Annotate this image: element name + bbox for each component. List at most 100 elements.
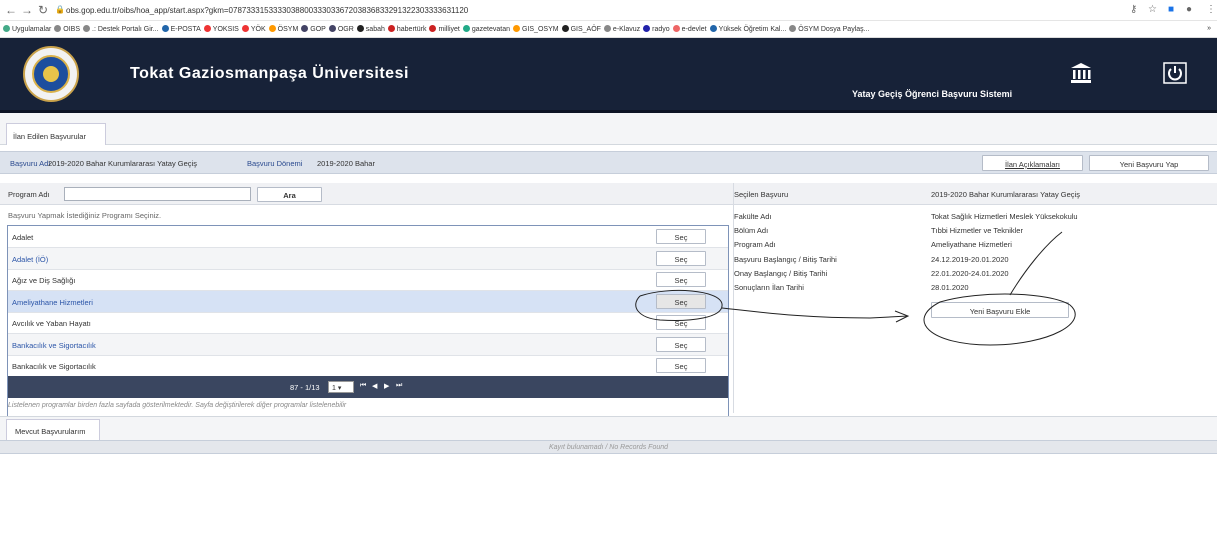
bookmark-item[interactable]: Uygulamalar	[3, 25, 51, 33]
program-name: Ameliyathane Hizmetleri	[12, 297, 93, 307]
first-page-icon[interactable]: ⏮	[360, 382, 366, 390]
back-icon[interactable]: ←	[4, 3, 18, 17]
key-icon[interactable]: ⚷	[1130, 4, 1137, 15]
program-row[interactable]: Adalet Seç	[8, 226, 728, 248]
no-records-message: Kayıt bulunamadı / No Records Found	[0, 440, 1217, 454]
bookmark-label: sabah	[365, 26, 385, 33]
bookmark-item[interactable]: milliyet	[429, 25, 460, 33]
donem-label: Başvuru Dönemi	[247, 159, 303, 168]
new-application-button[interactable]: Yeni Başvuru Yap	[1089, 155, 1209, 171]
detail-label: Program Adı	[734, 240, 776, 250]
bookmark-icon	[561, 25, 569, 32]
detail-label: Sonuçların İlan Tarihi	[734, 283, 804, 292]
institution-icon[interactable]	[1070, 62, 1092, 84]
tab-mevcut-basvurular[interactable]: Mevcut Başvurularım	[6, 419, 100, 441]
bookmark-item[interactable]: OIBS	[54, 25, 80, 33]
next-page-icon[interactable]: ▶	[384, 382, 389, 390]
program-row[interactable]: Bankacılık ve Sigortacılık Seç	[8, 355, 728, 377]
bookmark-item[interactable]: sabah	[356, 25, 385, 33]
bookmark-item[interactable]: ÖSYM Dosya Paylaş...	[789, 25, 869, 33]
bookmark-icon	[709, 25, 717, 32]
tab-ilan-edilen[interactable]: İlan Edilen Başvurular	[6, 123, 106, 145]
search-button[interactable]: Ara	[257, 187, 322, 202]
detail-value: Tıbbi Hizmetler ve Teknikler	[931, 226, 1023, 236]
select-program-button[interactable]: Seç	[656, 229, 706, 244]
page-select[interactable]: 1 ▾	[328, 381, 354, 393]
extension-icon[interactable]: ■	[1168, 4, 1174, 15]
program-row[interactable]: Ameliyathane Hizmetleri Seç	[8, 290, 728, 313]
bookmark-icon	[54, 25, 62, 32]
bookmark-label: milliyet	[438, 26, 460, 33]
detail-value: 22.01.2020-24.01.2020	[931, 268, 1009, 278]
detail-value: 24.12.2019-20.01.2020	[931, 254, 1009, 264]
bookmark-label: E-POSTA	[170, 26, 201, 33]
bookmark-label: gazetevatan	[471, 26, 510, 33]
bookmark-label: Uygulamalar	[12, 26, 52, 33]
address-bar[interactable]: obs.gop.edu.tr/oibs/hoa_app/start.aspx?g…	[66, 6, 468, 15]
reload-icon[interactable]: ↻	[36, 3, 50, 17]
bookmark-item[interactable]: e-Klavuz	[603, 25, 640, 33]
select-program-button[interactable]: Seç	[656, 293, 706, 309]
browser-toolbar: ← → ↻ 🔒 obs.gop.edu.tr/oibs/hoa_app/star…	[0, 0, 1217, 21]
bookmark-icon	[301, 25, 309, 32]
program-row[interactable]: Bankacılık ve Sigortacılık Seç	[8, 333, 728, 356]
program-row[interactable]: Ağız ve Diş Sağlığı Seç	[8, 269, 728, 291]
bookmarks-more-icon[interactable]: »	[1207, 25, 1211, 32]
profile-icon[interactable]: ●	[1186, 4, 1192, 15]
program-table: Bankacılık ve Sigortacılık Seç Bankacılık …	[7, 225, 729, 417]
bookmark-label: radyo	[652, 26, 670, 33]
bookmark-label: Yüksek Öğretim Kal...	[718, 26, 787, 33]
forward-icon[interactable]: →	[20, 3, 34, 17]
logout-icon[interactable]	[1163, 62, 1187, 84]
bookmark-label: ÖSYM	[277, 26, 299, 33]
bookmark-icon	[603, 25, 611, 32]
detail-label: Bölüm Adı	[734, 226, 769, 236]
bookmark-item[interactable]: gazetevatan	[462, 25, 510, 33]
ilan-aciklamalari-button[interactable]: İlan Açıklamaları	[982, 155, 1083, 171]
bookmark-item[interactable]: .: Destek Portalı Gir...	[83, 25, 159, 33]
application-filter-bar: Başvuru Adı 2019-2020 Bahar Kurumlararas…	[0, 151, 1217, 174]
bookmark-item[interactable]: YÖK	[241, 25, 266, 33]
bookmark-label: .: Destek Portalı Gir...	[92, 26, 159, 33]
bookmark-item[interactable]: GIS_AÖF	[561, 25, 601, 33]
last-page-icon[interactable]: ⏭	[396, 382, 402, 390]
bookmark-item[interactable]: E-POSTA	[161, 25, 201, 33]
prev-page-icon[interactable]: ◀	[372, 382, 377, 390]
pagination-note: Listelenen programlar birden fazla sayfa…	[8, 402, 347, 409]
program-search-label: Program Adı	[8, 190, 50, 199]
bookmark-item[interactable]: habertürk	[387, 25, 426, 33]
bookmark-label: GOP	[310, 26, 326, 33]
program-name: Bankacılık ve Sigortacılık	[12, 340, 96, 350]
bookmark-item[interactable]: GIS_OSYM	[513, 25, 559, 33]
bookmark-icon	[83, 25, 91, 32]
bookmark-item[interactable]: ÖSYM	[268, 25, 299, 33]
bookmark-icon	[513, 25, 520, 32]
detail-value: Tokat Sağlık Hizmetleri Meslek Yüksekoku…	[931, 212, 1078, 221]
select-program-button[interactable]: Seç	[656, 315, 706, 330]
bookmark-item[interactable]: OGR	[328, 25, 354, 33]
select-program-button[interactable]: Seç	[656, 250, 706, 266]
bookmark-item[interactable]: YOKSIS	[203, 25, 239, 33]
program-name: Adalet	[12, 233, 34, 242]
bookmark-icon	[672, 25, 680, 32]
select-program-button[interactable]: Seç	[656, 272, 706, 287]
bookmark-label: YÖK	[250, 26, 266, 33]
select-program-button[interactable]: Seç	[656, 336, 706, 352]
bookmark-item[interactable]: e-devlet	[672, 25, 707, 33]
program-row[interactable]: Adalet (İÖ) Seç	[8, 247, 728, 270]
pagination-range: 87 - 1/13	[290, 383, 320, 392]
selected-header-label: Seçilen Başvuru	[734, 190, 789, 199]
university-logo	[23, 46, 79, 102]
bookmark-item[interactable]: radyo	[643, 25, 670, 33]
add-application-button[interactable]: Yeni Başvuru Ekle	[931, 302, 1069, 318]
selected-application-panel: Seçilen Başvuru 2019-2020 Bahar Kurumlar…	[733, 183, 1217, 413]
basvuru-adi-value: 2019-2020 Bahar Kurumlararası Yatay Geçi…	[48, 159, 197, 168]
menu-icon[interactable]: ⋮	[1206, 4, 1216, 15]
program-row[interactable]: Avcılık ve Yaban Hayatı Seç	[8, 312, 728, 334]
program-name: Avcılık ve Yaban Hayatı	[12, 319, 91, 328]
bookmark-item[interactable]: GOP	[301, 25, 326, 33]
bookmark-item[interactable]: Yüksek Öğretim Kal...	[709, 25, 787, 33]
star-icon[interactable]: ☆	[1148, 4, 1157, 15]
program-search-input[interactable]	[64, 187, 251, 201]
select-program-button[interactable]: Seç	[656, 358, 706, 373]
